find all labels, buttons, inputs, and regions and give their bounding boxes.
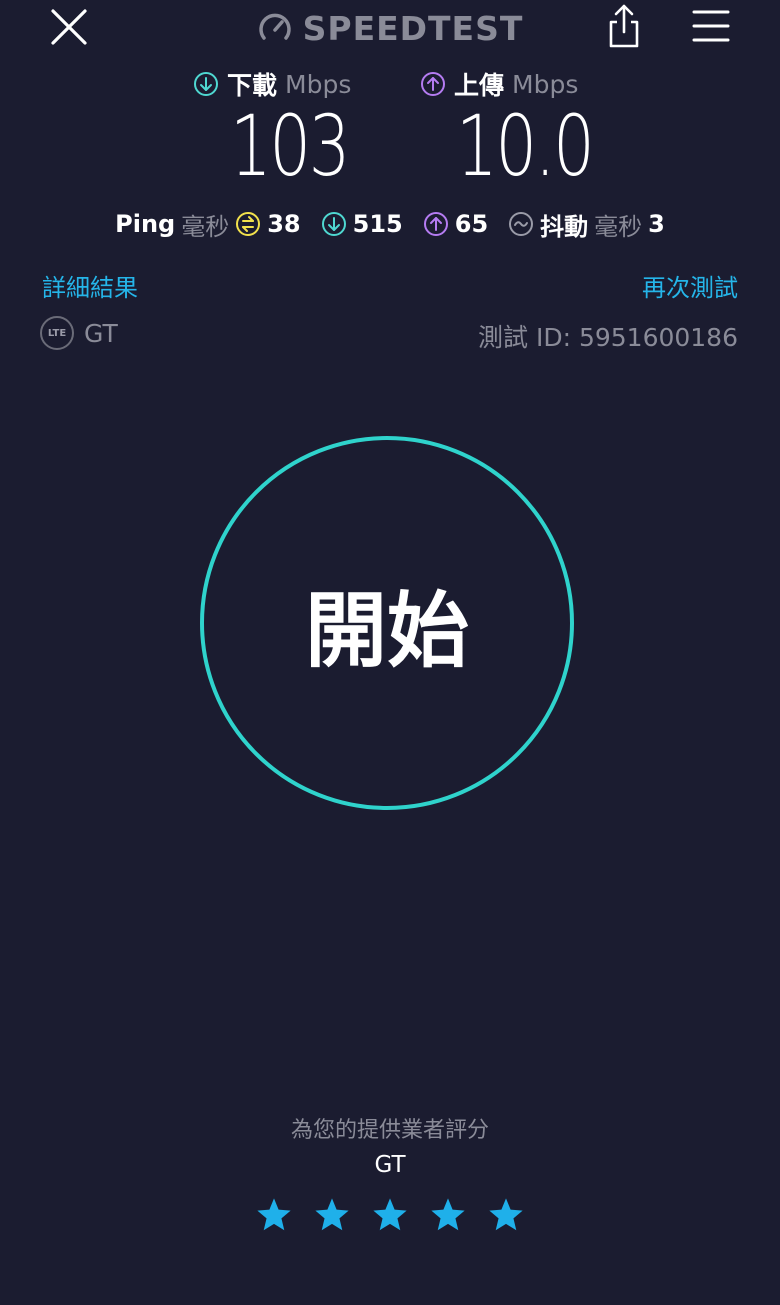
speedtest-logo: SPEEDTEST [0,6,780,50]
go-button[interactable]: 開始 [200,436,574,810]
ping-download-value: 515 [352,210,403,238]
download-unit: Mbps [285,69,352,99]
star-icon-2[interactable] [313,1196,351,1234]
test-again-link[interactable]: 再次測試 [642,268,738,303]
ping-download-icon [321,212,346,236]
logo-text: SPEEDTEST [302,8,524,48]
speedometer-icon [258,13,291,40]
upload-arrow-icon [421,72,445,96]
star-icon-3[interactable] [371,1196,409,1234]
rating-stars [0,1196,780,1234]
jitter-icon [509,212,534,236]
star-icon-4[interactable] [429,1196,467,1234]
jitter-value: 3 [648,210,665,238]
ping-row: Ping 毫秒 38 515 65 抖動 毫秒 3 [0,204,780,244]
provider-name: GT [84,318,118,348]
menu-button[interactable] [690,8,732,44]
ping-unit: 毫秒 [181,212,230,241]
menu-icon [692,10,730,42]
download-arrow-icon [194,72,218,96]
test-id: 測試 ID: 5951600186 [478,323,738,352]
upload-value: 10.0 [456,97,595,195]
star-icon-1[interactable] [255,1196,293,1234]
ping-idle-value: 38 [267,210,301,238]
lte-icon: LTE [40,316,74,350]
jitter-unit: 毫秒 [594,212,643,241]
share-button[interactable] [604,2,644,50]
jitter-label: 抖動 [540,212,589,241]
rate-provider-prompt: 為您的提供業者評分 [290,1118,489,1143]
ping-upload-value: 65 [454,210,489,238]
download-value: 103 [230,97,350,195]
connection-info: LTE GT [40,316,118,350]
rate-provider-name: GT [374,1152,406,1178]
star-icon-5[interactable] [487,1196,525,1234]
ping-label: Ping [115,210,176,238]
go-button-label: 開始 [304,583,469,679]
ping-upload-icon [423,212,448,236]
idle-ping-icon [236,212,261,236]
detailed-results-link[interactable]: 詳細結果 [42,268,138,303]
upload-unit: Mbps [512,69,579,99]
share-icon [609,4,639,48]
